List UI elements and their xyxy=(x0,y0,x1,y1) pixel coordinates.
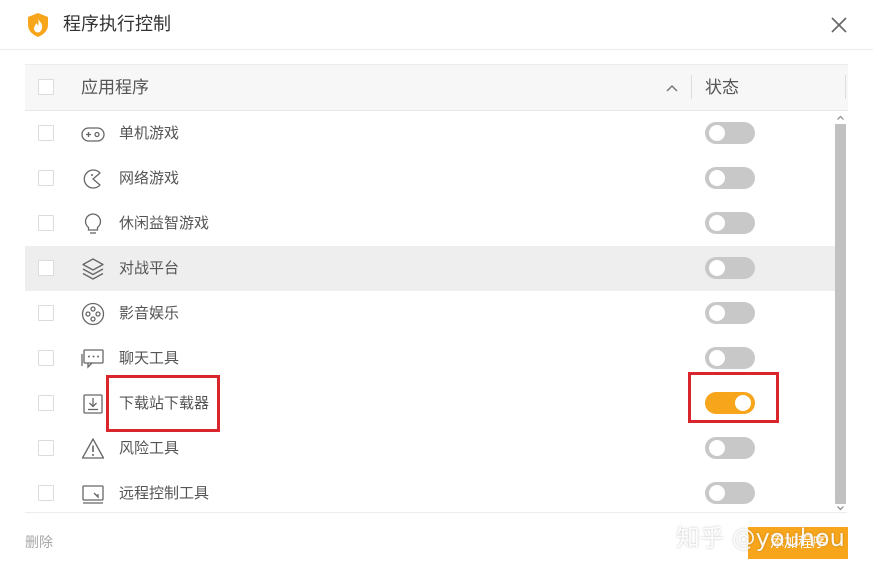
pacman-icon xyxy=(80,166,106,192)
column-divider xyxy=(845,75,846,99)
status-toggle[interactable] xyxy=(705,482,755,504)
program-list: 单机游戏 网络游戏 休闲益智游戏 对战平台 影音娱乐 聊天工具 下载站下载器 风… xyxy=(25,111,835,516)
list-item: 休闲益智游戏 xyxy=(25,201,835,246)
scroll-up-icon[interactable] xyxy=(834,112,847,124)
row-label: 网络游戏 xyxy=(119,169,180,187)
column-divider xyxy=(691,75,692,99)
row-label: 远程控制工具 xyxy=(119,484,210,502)
row-checkbox[interactable] xyxy=(38,260,54,276)
status-toggle[interactable] xyxy=(705,392,755,414)
status-toggle[interactable] xyxy=(705,167,755,189)
layers-icon xyxy=(80,256,106,282)
list-item: 单机游戏 xyxy=(25,111,835,156)
remote-screen-icon xyxy=(80,481,106,507)
scroll-thumb[interactable] xyxy=(835,124,846,504)
row-label: 单机游戏 xyxy=(119,124,180,142)
row-checkbox[interactable] xyxy=(38,350,54,366)
list-item: 远程控制工具 xyxy=(25,471,835,516)
window-title: 程序执行控制 xyxy=(63,14,171,35)
list-item: 风险工具 xyxy=(25,426,835,471)
status-toggle[interactable] xyxy=(705,302,755,324)
list-item: 下载站下载器 xyxy=(25,381,835,426)
select-all-checkbox[interactable] xyxy=(38,79,54,95)
status-toggle[interactable] xyxy=(705,347,755,369)
row-checkbox[interactable] xyxy=(38,485,54,501)
chat-bubble-icon xyxy=(80,346,106,372)
row-checkbox[interactable] xyxy=(38,215,54,231)
row-checkbox[interactable] xyxy=(38,125,54,141)
row-label: 聊天工具 xyxy=(119,349,180,367)
status-toggle[interactable] xyxy=(705,437,755,459)
row-checkbox[interactable] xyxy=(38,440,54,456)
status-toggle[interactable] xyxy=(705,122,755,144)
table-header: 应用程序 状态 xyxy=(25,64,848,111)
delete-button[interactable]: 删除 xyxy=(25,533,53,553)
footer-divider xyxy=(25,512,847,513)
close-icon[interactable] xyxy=(828,14,850,36)
add-program-button[interactable]: 添加程序 xyxy=(748,527,848,559)
status-toggle[interactable] xyxy=(705,257,755,279)
list-item: 影音娱乐 xyxy=(25,291,835,336)
list-item: 聊天工具 xyxy=(25,336,835,381)
row-label: 休闲益智游戏 xyxy=(119,214,210,232)
download-icon xyxy=(80,391,106,417)
list-item: 网络游戏 xyxy=(25,156,835,201)
film-reel-icon xyxy=(80,301,106,327)
lightbulb-icon xyxy=(80,211,106,237)
row-label: 对战平台 xyxy=(119,259,180,277)
status-column-header: 状态 xyxy=(705,78,739,98)
gamepad-icon xyxy=(80,121,106,147)
chevron-up-icon[interactable] xyxy=(665,81,679,95)
flame-shield-logo xyxy=(26,12,50,38)
list-item: 对战平台 xyxy=(25,246,835,291)
row-label: 影音娱乐 xyxy=(119,304,180,322)
row-label: 风险工具 xyxy=(119,439,180,457)
row-checkbox[interactable] xyxy=(38,170,54,186)
vertical-scrollbar[interactable] xyxy=(834,112,847,516)
row-checkbox[interactable] xyxy=(38,395,54,411)
row-label: 下载站下载器 xyxy=(119,394,210,412)
warning-icon xyxy=(80,436,106,462)
row-checkbox[interactable] xyxy=(38,305,54,321)
status-toggle[interactable] xyxy=(705,212,755,234)
title-bar: 程序执行控制 xyxy=(0,0,873,50)
app-column-header[interactable]: 应用程序 xyxy=(81,76,149,100)
